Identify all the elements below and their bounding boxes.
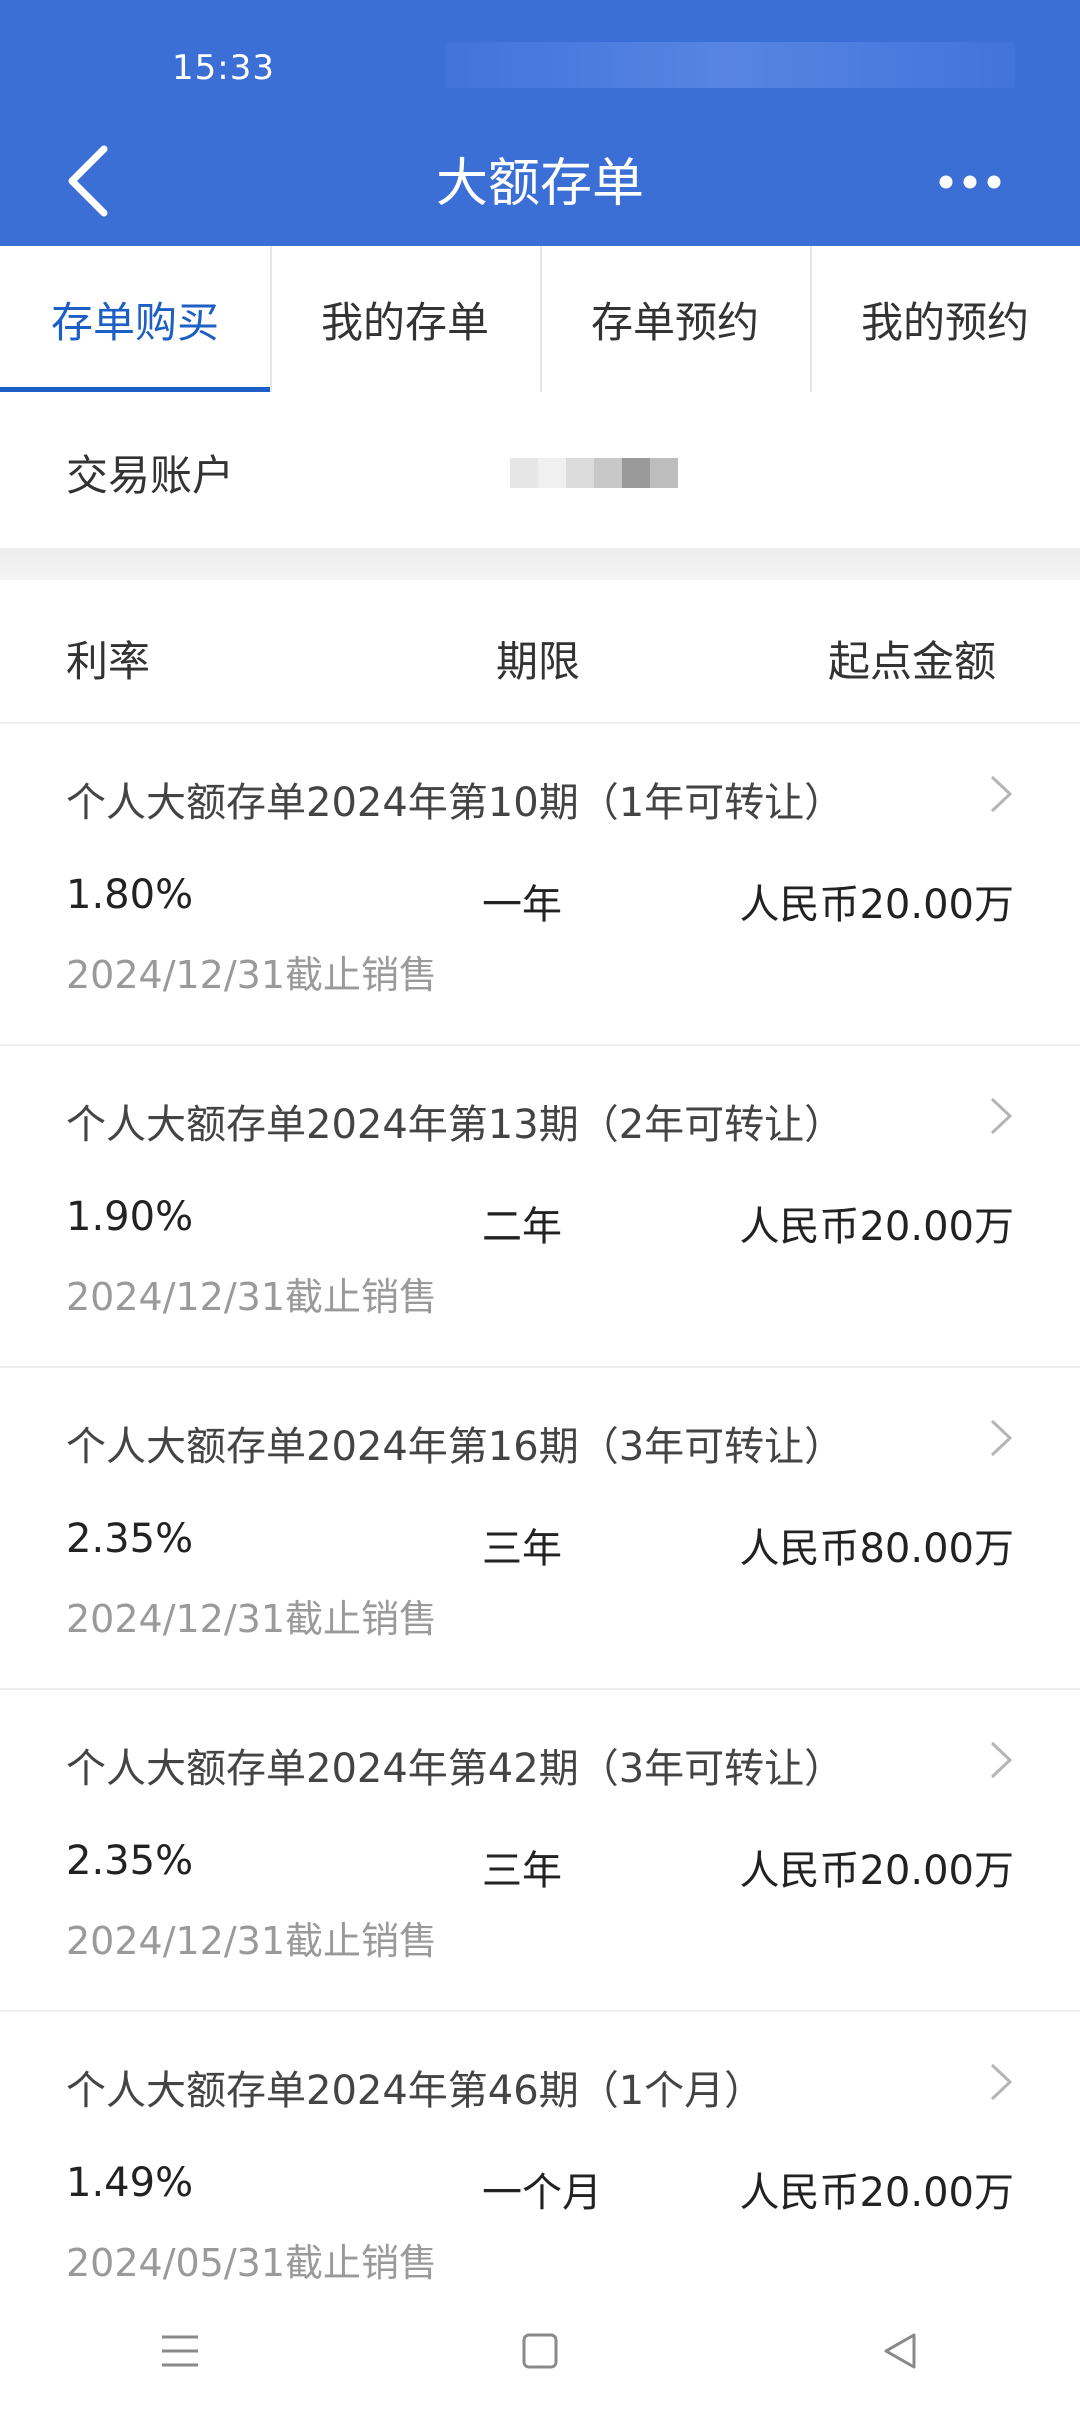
product-term: 三年: [482, 1848, 562, 1894]
list-item[interactable]: 个人大额存单2024年第10期（1年可转让） 1.80% 一年 人民币20.00…: [0, 724, 1080, 1046]
list-item[interactable]: 个人大额存单2024年第16期（3年可转让） 2.35% 三年 人民币80.00…: [0, 1368, 1080, 1690]
list-item[interactable]: 个人大额存单2024年第42期（3年可转让） 2.35% 三年 人民币20.00…: [0, 1690, 1080, 2012]
column-min-amount: 起点金额: [827, 637, 996, 686]
product-deadline: 2024/12/31截止销售: [66, 953, 438, 997]
product-term: 一个月: [482, 2170, 602, 2216]
product-rate: 1.90%: [66, 1194, 194, 1240]
nav-home-button[interactable]: [500, 2311, 580, 2391]
page-title: 大额存单: [435, 154, 644, 214]
product-rate: 2.35%: [66, 1838, 194, 1884]
chevron-right-icon: [990, 1097, 1013, 1135]
account-number-masked: [510, 458, 678, 488]
product-min-amount: 人民币80.00万: [739, 1526, 1014, 1572]
tab-bar: 存单购买 我的存单 存单预约 我的预约: [0, 246, 1080, 394]
product-rate: 2.35%: [66, 1516, 194, 1562]
product-deadline: 2024/12/31截止销售: [66, 1597, 438, 1641]
app-header: 15:33 大额存单: [0, 0, 1080, 246]
product-min-amount: 人民币20.00万: [739, 882, 1014, 928]
product-deadline: 2024/05/31截止销售: [66, 2241, 438, 2285]
more-horizontal-icon: [939, 175, 1001, 189]
chevron-right-icon: [990, 775, 1013, 813]
more-button[interactable]: [930, 160, 1010, 204]
product-name: 个人大额存单2024年第16期（3年可转让）: [66, 1424, 845, 1470]
product-min-amount: 人民币20.00万: [739, 1204, 1014, 1250]
nav-back-button[interactable]: [860, 2311, 940, 2391]
chevron-right-icon: [990, 1419, 1013, 1457]
list-item[interactable]: 个人大额存单2024年第46期（1个月） 1.49% 一个月 人民币20.00万…: [0, 2012, 1080, 2332]
product-min-amount: 人民币20.00万: [739, 2170, 1014, 2216]
status-time: 15:33: [172, 48, 275, 88]
column-header: 利率 期限 起点金额: [0, 580, 1080, 724]
product-list: 个人大额存单2024年第10期（1年可转让） 1.80% 一年 人民币20.00…: [0, 724, 1080, 2332]
account-label: 交易账户: [66, 451, 235, 500]
product-name: 个人大额存单2024年第42期（3年可转让）: [66, 1746, 845, 1792]
product-name: 个人大额存单2024年第10期（1年可转让）: [66, 780, 845, 826]
column-rate: 利率: [66, 637, 151, 686]
system-nav-bar: [0, 2290, 1080, 2412]
nav-menu-button[interactable]: [140, 2311, 220, 2391]
product-name: 个人大额存单2024年第13期（2年可转让）: [66, 1102, 845, 1148]
product-min-amount: 人民币20.00万: [739, 1848, 1014, 1894]
tab-my-reservations[interactable]: 我的预约: [810, 246, 1080, 392]
product-term: 一年: [482, 882, 562, 928]
section-divider: [0, 548, 1080, 580]
product-rate: 1.49%: [66, 2160, 194, 2206]
tab-my-deposits[interactable]: 我的存单: [270, 246, 540, 392]
tab-purchase[interactable]: 存单购买: [0, 246, 270, 394]
chevron-right-icon: [990, 2063, 1013, 2101]
status-bar-obscured: [445, 42, 1015, 88]
product-name: 个人大额存单2024年第46期（1个月）: [66, 2068, 765, 2114]
product-term: 二年: [482, 1204, 562, 1250]
product-deadline: 2024/12/31截止销售: [66, 1275, 438, 1319]
back-triangle-icon: [884, 2333, 916, 2369]
tab-reservation[interactable]: 存单预约: [540, 246, 810, 392]
list-item[interactable]: 个人大额存单2024年第13期（2年可转让） 1.90% 二年 人民币20.00…: [0, 1046, 1080, 1368]
home-square-icon: [522, 2333, 558, 2369]
product-deadline: 2024/12/31截止销售: [66, 1919, 438, 1963]
menu-icon: [162, 2335, 198, 2367]
chevron-right-icon: [990, 1741, 1013, 1779]
product-term: 三年: [482, 1526, 562, 1572]
product-rate: 1.80%: [66, 872, 194, 918]
column-term: 期限: [496, 637, 581, 686]
